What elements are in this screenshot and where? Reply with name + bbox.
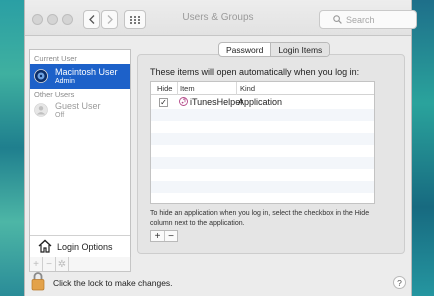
sidebar-item-macintosh-user[interactable]: Macintosh User Admin [30, 64, 130, 89]
sidebar-item-guest-user[interactable]: Guest User Off [30, 98, 130, 123]
table-row-empty [151, 109, 374, 121]
hide-hint-text: To hide an application when you log in, … [150, 210, 370, 227]
user-name: Macintosh User [55, 67, 118, 77]
table-row-empty [151, 193, 374, 205]
title-bar: Users & Groups Search [25, 0, 417, 36]
user-role: Admin [55, 78, 75, 85]
item-name: iTunesHelper [190, 97, 244, 107]
guest-avatar-icon [34, 103, 48, 117]
users-groups-window: Users & Groups Search Current User Macin… [24, 0, 417, 296]
gear-icon[interactable]: ✲ [56, 257, 69, 271]
login-options-label: Login Options [57, 242, 113, 252]
search-field[interactable]: Search [319, 10, 417, 29]
hide-checkbox[interactable]: ✓ [159, 98, 168, 107]
desktop-wallpaper-right [412, 0, 434, 296]
guest-user-status: Off [55, 112, 65, 119]
tab-login-items[interactable]: Login Items [270, 43, 330, 56]
avatar [34, 69, 48, 83]
house-icon [38, 239, 52, 255]
panel-heading: These items will open automatically when… [150, 67, 360, 77]
column-divider [236, 82, 237, 95]
lock-message: Click the lock to make changes. [53, 278, 173, 288]
column-header-hide[interactable]: Hide [157, 84, 172, 93]
table-row-empty [151, 133, 374, 145]
column-header-item[interactable]: Item [180, 84, 195, 93]
help-button[interactable]: ? [393, 276, 406, 289]
column-divider [177, 82, 178, 95]
login-items-table: Hide Item Kind ✓ iTunesHelper Applicatio… [150, 81, 375, 204]
tab-bar: Password Login Items [218, 42, 331, 57]
login-items-toolbar: + − [150, 230, 178, 242]
table-row-empty [151, 169, 374, 181]
lock-icon[interactable] [31, 271, 45, 293]
add-user-button[interactable]: + [30, 257, 43, 271]
table-row-empty [151, 121, 374, 133]
login-options-item[interactable]: Login Options [30, 235, 130, 257]
search-placeholder: Search [346, 14, 375, 25]
search-icon [333, 15, 342, 26]
guest-user-name: Guest User [55, 101, 101, 111]
item-kind: Application [238, 97, 283, 107]
table-row[interactable]: ✓ iTunesHelper Application [151, 96, 374, 108]
current-user-label: Current User [34, 54, 77, 63]
remove-login-item-button[interactable]: − [164, 231, 177, 242]
itunes-icon [179, 97, 188, 108]
remove-user-button[interactable]: − [43, 257, 56, 271]
table-row-empty [151, 181, 374, 193]
table-header: Hide Item Kind [151, 82, 374, 95]
table-row-empty [151, 157, 374, 169]
add-login-item-button[interactable]: + [151, 231, 164, 242]
users-sidebar: Current User Macintosh User Admin Other … [29, 49, 131, 258]
sidebar-toolbar: + − ✲ [29, 257, 131, 272]
table-row-empty [151, 145, 374, 157]
desktop-wallpaper-left [0, 0, 24, 296]
tab-password[interactable]: Password [219, 43, 270, 56]
column-header-kind[interactable]: Kind [240, 84, 255, 93]
